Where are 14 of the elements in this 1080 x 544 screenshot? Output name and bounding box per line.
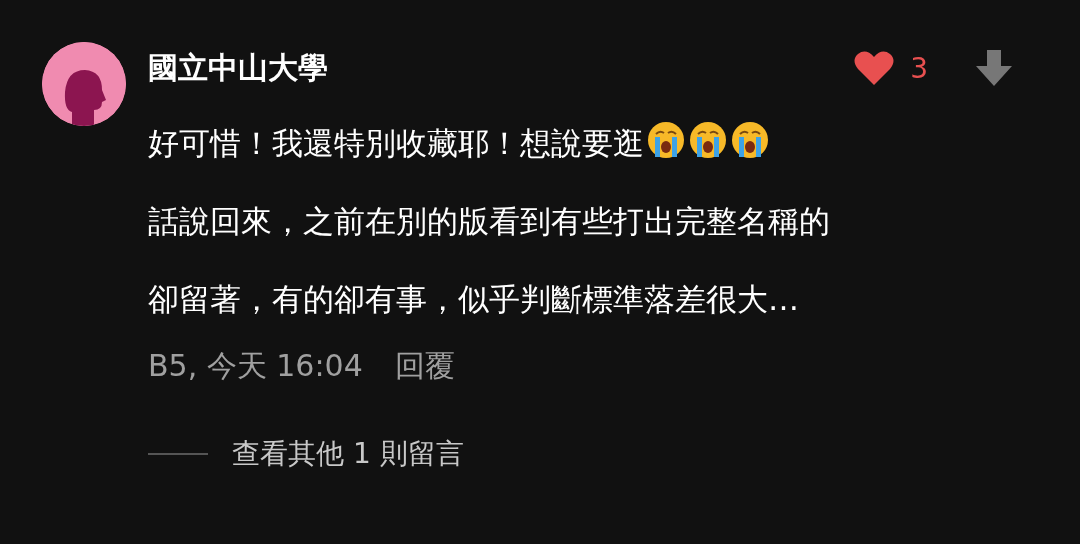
author-name[interactable]: 國立中山大學 [148,47,855,89]
like-count: 3 [910,51,928,85]
reply-link[interactable]: 回覆 [394,346,455,387]
comment-text: 好可惜！我還特別收藏耶！想說要逛 [148,125,644,161]
heart-icon[interactable] [854,50,895,86]
view-replies-link[interactable]: 查看其他 1 則留言 [232,435,464,473]
crying-face-icon [730,120,770,160]
comment-meta: B5, 今天 16:04 [148,347,363,385]
crying-face-icon [688,120,728,160]
down-arrow-icon[interactable] [976,50,1012,86]
crying-face-icon [646,120,686,160]
avatar[interactable] [42,42,126,126]
comment-text: 話說回來，之前在別的版看到有些打出完整名稱的 [148,203,830,239]
comment-text: 卻留著，有的卻有事，似乎判斷標準落差很大… [148,281,799,317]
